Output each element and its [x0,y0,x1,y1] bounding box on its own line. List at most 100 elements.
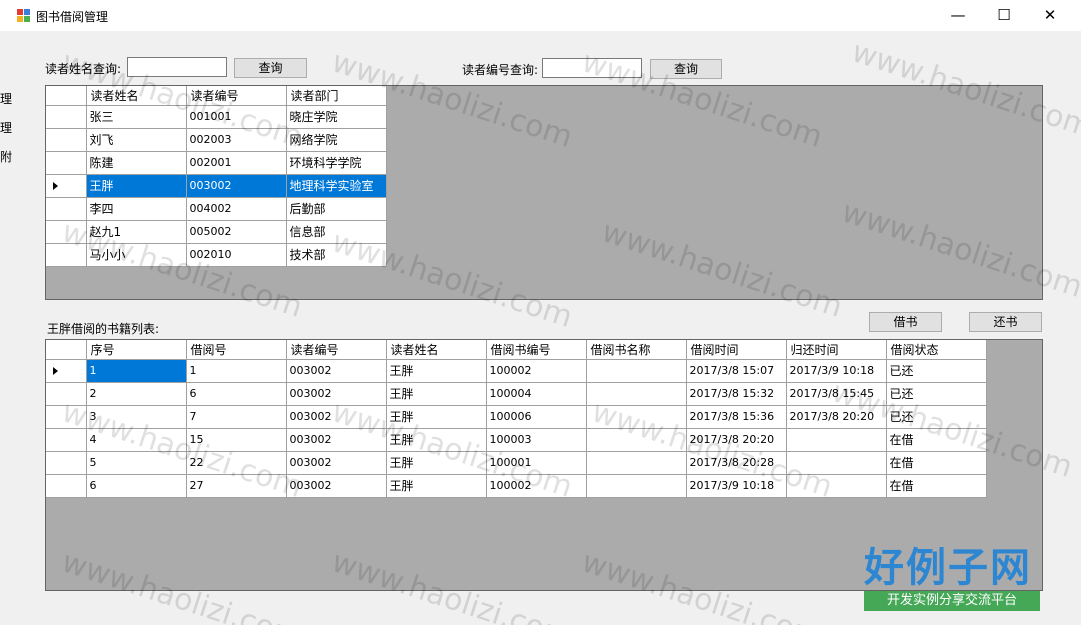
cell-borrow-time[interactable]: 2017/3/8 20:20 [686,428,787,452]
minimize-button[interactable]: — [935,0,981,31]
column-header-reader-dept[interactable]: 读者部门 [286,86,387,106]
cell-borrow-time[interactable]: 2017/3/8 15:32 [686,382,787,406]
column-header-book-name[interactable]: 借阅书名称 [586,340,687,360]
column-header-reader-id[interactable]: 读者编号 [286,340,387,360]
row-header[interactable] [46,474,87,498]
column-header-seq[interactable]: 序号 [86,340,187,360]
reader-id-search-input[interactable] [542,58,642,78]
cell-reader-dept[interactable]: 技术部 [286,243,387,267]
row-header[interactable] [46,359,87,383]
cell-reader-id[interactable]: 004002 [186,197,287,221]
cell-reader-dept[interactable]: 环境科学学院 [286,151,387,175]
cell-status[interactable]: 在借 [886,428,987,452]
cell-borrow-time[interactable]: 2017/3/8 15:36 [686,405,787,429]
maximize-button[interactable]: ☐ [981,0,1027,31]
table-row[interactable]: 6 27 003002 王胖 100002 2017/3/9 10:18 在借 [46,474,987,498]
cell-reader-name[interactable]: 张三 [86,105,187,129]
return-button[interactable]: 还书 [969,312,1042,332]
cell-reader-name[interactable]: 马小小 [86,243,187,267]
cell-status[interactable]: 已还 [886,359,987,383]
column-header-reader-name[interactable]: 读者姓名 [386,340,487,360]
cell-reader-id[interactable]: 002003 [186,128,287,152]
cell-borrow-no[interactable]: 22 [186,451,287,475]
cell-reader-id[interactable]: 003002 [286,428,387,452]
cell-reader-name[interactable]: 王胖 [386,428,487,452]
cell-borrow-no[interactable]: 15 [186,428,287,452]
cell-reader-name[interactable]: 王胖 [386,474,487,498]
table-row[interactable]: 5 22 003002 王胖 100001 2017/3/8 20:28 在借 [46,451,987,475]
cell-reader-name[interactable]: 李四 [86,197,187,221]
table-row[interactable]: 1 1 003002 王胖 100002 2017/3/8 15:07 2017… [46,359,987,383]
cell-reader-name[interactable]: 刘飞 [86,128,187,152]
cell-borrow-time[interactable]: 2017/3/9 10:18 [686,474,787,498]
table-row-selected[interactable]: 王胖 003002 地理科学实验室 [46,174,387,198]
table-row[interactable]: 马小小 002010 技术部 [46,243,387,267]
cell-reader-dept[interactable]: 后勤部 [286,197,387,221]
cell-book-name[interactable] [586,405,687,429]
reader-id-search-button[interactable]: 查询 [650,59,722,79]
row-header[interactable] [46,243,87,267]
cell-reader-id[interactable]: 003002 [286,382,387,406]
cell-borrow-time[interactable]: 2017/3/8 20:28 [686,451,787,475]
cell-return-time[interactable] [786,428,887,452]
cell-book-id[interactable]: 100002 [486,474,587,498]
cell-seq[interactable]: 5 [86,451,187,475]
cell-book-id[interactable]: 100003 [486,428,587,452]
cell-reader-id[interactable]: 003002 [286,474,387,498]
cell-return-time[interactable]: 2017/3/8 20:20 [786,405,887,429]
cell-book-id[interactable]: 100001 [486,451,587,475]
cell-reader-dept[interactable]: 网络学院 [286,128,387,152]
column-header-borrow-time[interactable]: 借阅时间 [686,340,787,360]
column-header-return-time[interactable]: 归还时间 [786,340,887,360]
cell-borrow-no[interactable]: 6 [186,382,287,406]
column-header-book-id[interactable]: 借阅书编号 [486,340,587,360]
cell-status[interactable]: 在借 [886,474,987,498]
cell-book-name[interactable] [586,474,687,498]
cell-borrow-time[interactable]: 2017/3/8 15:07 [686,359,787,383]
table-row[interactable]: 3 7 003002 王胖 100006 2017/3/8 15:36 2017… [46,405,987,429]
table-row[interactable]: 陈建 002001 环境科学学院 [46,151,387,175]
row-header[interactable] [46,174,87,198]
cell-reader-name[interactable]: 王胖 [386,405,487,429]
cell-return-time[interactable]: 2017/3/8 15:45 [786,382,887,406]
cell-book-name[interactable] [586,451,687,475]
cell-book-id[interactable]: 100006 [486,405,587,429]
cell-reader-id[interactable]: 002010 [186,243,287,267]
column-header-reader-name[interactable]: 读者姓名 [86,86,187,106]
cell-reader-id[interactable]: 003002 [286,451,387,475]
table-row[interactable]: 2 6 003002 王胖 100004 2017/3/8 15:32 2017… [46,382,987,406]
table-row[interactable]: 李四 004002 后勤部 [46,197,387,221]
cell-book-name[interactable] [586,382,687,406]
reader-name-search-button[interactable]: 查询 [234,58,307,78]
cell-reader-id[interactable]: 001001 [186,105,287,129]
table-row[interactable]: 赵九1 005002 信息部 [46,220,387,244]
table-row[interactable]: 张三 001001 晓庄学院 [46,105,387,129]
cell-reader-dept[interactable]: 地理科学实验室 [286,174,387,198]
cell-reader-name[interactable]: 王胖 [386,359,487,383]
row-header[interactable] [46,382,87,406]
cell-return-time[interactable]: 2017/3/9 10:18 [786,359,887,383]
cell-reader-name[interactable]: 王胖 [386,451,487,475]
cell-reader-id[interactable]: 002001 [186,151,287,175]
cell-seq[interactable]: 6 [86,474,187,498]
cell-borrow-no[interactable]: 7 [186,405,287,429]
cell-book-id[interactable]: 100002 [486,359,587,383]
cell-return-time[interactable] [786,474,887,498]
cell-status[interactable]: 已还 [886,382,987,406]
cell-reader-id[interactable]: 005002 [186,220,287,244]
cell-status[interactable]: 在借 [886,451,987,475]
cell-book-name[interactable] [586,428,687,452]
cell-seq[interactable]: 4 [86,428,187,452]
cell-reader-id[interactable]: 003002 [286,359,387,383]
close-button[interactable]: ✕ [1027,0,1073,31]
cell-seq[interactable]: 3 [86,405,187,429]
column-header-reader-id[interactable]: 读者编号 [186,86,287,106]
cell-return-time[interactable] [786,451,887,475]
cell-borrow-no[interactable]: 27 [186,474,287,498]
row-header[interactable] [46,105,87,129]
cell-status[interactable]: 已还 [886,405,987,429]
cell-reader-name[interactable]: 王胖 [386,382,487,406]
cell-borrow-no[interactable]: 1 [186,359,287,383]
column-header-status[interactable]: 借阅状态 [886,340,987,360]
cell-reader-name[interactable]: 陈建 [86,151,187,175]
